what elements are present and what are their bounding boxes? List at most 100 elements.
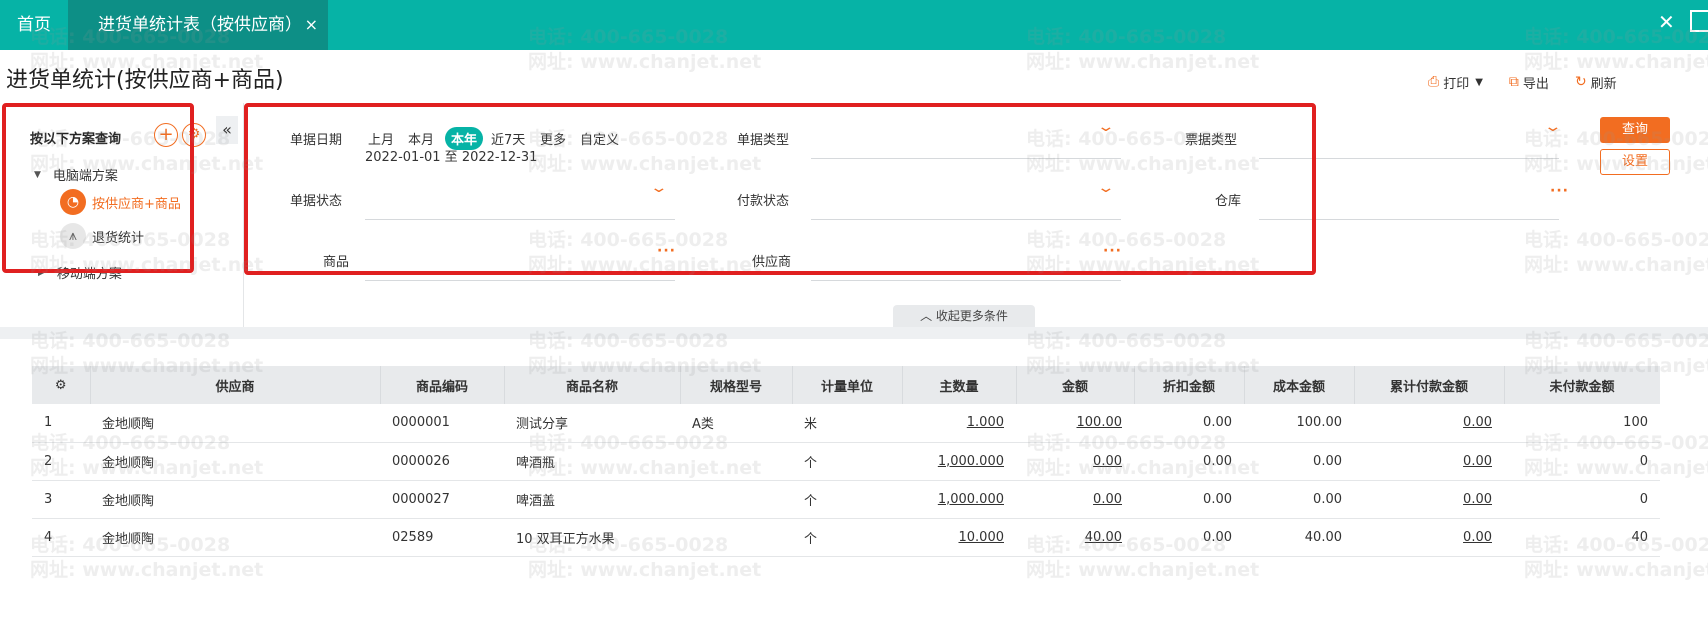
toolbar-actions: ⎙ 打印 ▼ ⧉ 导出 ↻ 刷新	[1428, 72, 1643, 92]
export-button[interactable]: ⧉ 导出	[1509, 73, 1549, 92]
cell-cost: 40.00	[1244, 518, 1354, 557]
query-button[interactable]: 查询	[1600, 117, 1670, 143]
cell-amount[interactable]: 100.00	[1016, 404, 1134, 443]
amount-link[interactable]: 0.00	[1093, 454, 1122, 469]
chevron-down-icon[interactable]: ⌄	[649, 180, 668, 196]
settings-button[interactable]: 设置	[1600, 149, 1670, 175]
page-title: 进货单统计(按供应商+商品)	[6, 68, 284, 93]
chevron-down-icon[interactable]: ⌄	[1543, 119, 1562, 135]
cell-supplier: 金地顺陶	[90, 480, 380, 519]
amount-link[interactable]: 40.00	[1085, 530, 1122, 545]
tab-close-icon[interactable]: ×	[305, 0, 318, 50]
ticket-type-label: 票据类型	[1185, 133, 1238, 148]
column-header[interactable]: 计量单位	[792, 366, 903, 404]
more-icon[interactable]: ···	[1550, 183, 1569, 199]
cell-unpaid: 100	[1504, 404, 1660, 443]
table-row[interactable]: 4 金地顺陶 02589 10 双耳正方水果 个 10.000 40.00 0.…	[32, 518, 1660, 557]
amount-link[interactable]: 100.00	[1077, 415, 1123, 430]
cell-paid[interactable]: 0.00	[1354, 404, 1504, 443]
more-icon[interactable]: ···	[657, 243, 676, 259]
cell-qty[interactable]: 1,000.000	[902, 442, 1016, 481]
collapse-panel-icon[interactable]: «	[216, 116, 238, 144]
tab-home[interactable]: 首页	[0, 0, 68, 50]
tree-group-pc-label: 电脑端方案	[52, 169, 118, 184]
cell-supplier: 金地顺陶	[90, 404, 380, 443]
column-header[interactable]: 主数量	[902, 366, 1017, 404]
column-settings-icon[interactable]: ⚙	[32, 366, 91, 404]
cell-paid[interactable]: 0.00	[1354, 480, 1504, 519]
cell-qty[interactable]: 1.000	[902, 404, 1016, 443]
supplier-label: 供应商	[752, 255, 792, 270]
close-icon[interactable]: ✕	[1658, 10, 1675, 34]
column-header[interactable]: 金额	[1016, 366, 1135, 404]
paid-link[interactable]: 0.00	[1463, 415, 1492, 430]
refresh-button[interactable]: ↻ 刷新	[1575, 73, 1617, 92]
refresh-label: 刷新	[1590, 76, 1617, 92]
paid-link[interactable]: 0.00	[1463, 492, 1492, 507]
cell-unit: 米	[792, 404, 902, 443]
column-header[interactable]: 折扣金额	[1134, 366, 1245, 404]
warehouse-input[interactable]	[1259, 219, 1559, 220]
pay-status-select[interactable]	[811, 219, 1121, 220]
date-chip-custom[interactable]: 自定义	[580, 129, 619, 148]
column-header[interactable]: 累计付款金额	[1354, 366, 1505, 404]
qty-link[interactable]: 1.000	[967, 415, 1004, 430]
column-header[interactable]: 成本金额	[1244, 366, 1355, 404]
date-chip-more[interactable]: 更多	[540, 129, 566, 148]
cell-qty[interactable]: 10.000	[902, 518, 1016, 557]
chevron-down-icon[interactable]: ▼	[1475, 77, 1483, 88]
tab-purchase-stats[interactable]: 进货单统计表（按供应商） ×	[68, 0, 328, 50]
qty-link[interactable]: 10.000	[959, 530, 1005, 545]
report-table: ⚙ 供应商 商品编码 商品名称 规格型号 计量单位 主数量 金额 折扣金额 成本…	[32, 366, 1661, 557]
tree-group-mobile[interactable]: ▶ 移动端方案	[38, 263, 122, 282]
cell-amount[interactable]: 0.00	[1016, 480, 1134, 519]
goods-label: 商品	[323, 255, 350, 270]
table-row[interactable]: 1 金地顺陶 0000001 测试分享 A类 米 1.000 100.00 0.…	[32, 404, 1660, 443]
cell-unpaid: 0	[1504, 480, 1660, 519]
table-row[interactable]: 2 金地顺陶 0000026 啤酒瓶 个 1,000.000 0.00 0.00…	[32, 442, 1660, 481]
table-row[interactable]: 3 金地顺陶 0000027 啤酒盖 个 1,000.000 0.00 0.00…	[32, 480, 1660, 519]
date-label: 单据日期	[290, 133, 343, 148]
column-header[interactable]: 未付款金额	[1504, 366, 1661, 404]
paid-link[interactable]: 0.00	[1463, 530, 1492, 545]
supplier-input[interactable]	[811, 280, 1121, 281]
qty-link[interactable]: 1,000.000	[938, 492, 1004, 507]
print-button[interactable]: ⎙ 打印 ▼	[1428, 73, 1483, 92]
cell-cost: 0.00	[1244, 442, 1354, 481]
chevron-down-icon[interactable]: ⌄	[1096, 119, 1115, 135]
maximize-icon[interactable]	[1690, 10, 1708, 32]
cell-spec	[680, 442, 792, 481]
cell-amount[interactable]: 40.00	[1016, 518, 1134, 557]
tree-group-pc[interactable]: ▼ 电脑端方案	[34, 165, 118, 184]
cell-amount[interactable]: 0.00	[1016, 442, 1134, 481]
cell-paid[interactable]: 0.00	[1354, 442, 1504, 481]
caret-down-icon: ▼	[34, 169, 41, 180]
row-index: 1	[32, 404, 90, 443]
pay-status-label: 付款状态	[737, 194, 790, 209]
cell-code: 0000026	[380, 442, 504, 481]
column-header[interactable]: 规格型号	[680, 366, 793, 404]
scheme-item-return[interactable]: ⩚ 退货统计	[60, 223, 144, 249]
qty-link[interactable]: 1,000.000	[938, 454, 1004, 469]
doc-type-select[interactable]	[811, 158, 1121, 159]
cell-paid[interactable]: 0.00	[1354, 518, 1504, 557]
gear-icon[interactable]: ⚙	[182, 123, 206, 147]
more-icon[interactable]: ···	[1103, 243, 1122, 259]
refresh-icon: ↻	[1574, 74, 1587, 90]
cell-discount: 0.00	[1134, 518, 1244, 557]
scheme-item-active[interactable]: ◔ 按供应商+商品	[60, 189, 181, 215]
print-label: 打印	[1443, 76, 1470, 92]
chevron-down-icon[interactable]: ⌄	[1096, 180, 1115, 196]
cell-code: 0000001	[380, 404, 504, 443]
column-header[interactable]: 商品名称	[504, 366, 681, 404]
collapse-more-conditions[interactable]: ︿ 收起更多条件	[893, 305, 1035, 327]
column-header[interactable]: 商品编码	[380, 366, 505, 404]
add-scheme-icon[interactable]: +	[154, 123, 178, 147]
ticket-type-select[interactable]	[1259, 158, 1559, 159]
goods-input[interactable]	[365, 280, 675, 281]
column-header[interactable]: 供应商	[90, 366, 381, 404]
cell-qty[interactable]: 1,000.000	[902, 480, 1016, 519]
doc-status-select[interactable]	[365, 219, 675, 220]
paid-link[interactable]: 0.00	[1463, 454, 1492, 469]
amount-link[interactable]: 0.00	[1093, 492, 1122, 507]
